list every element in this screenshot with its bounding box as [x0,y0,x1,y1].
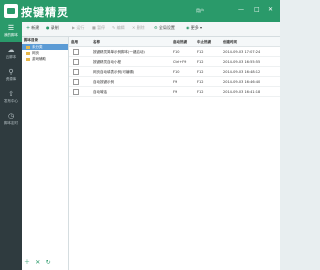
script-hotkey: F9 [173,89,178,94]
toolbar: ＋ 新建 ● 录制 ▶ 运行 ■ 暂停 ✎ 编辑 ✕ 删除 ⚙ 全局设置 ◉ 更… [22,22,280,37]
nav-cloud[interactable]: ☁ 云脚本 [0,44,22,64]
table-row[interactable]: 自动喊话 F9 F12 2014-09-03 16:41:18 [69,87,280,97]
more-button[interactable]: ◉ 更多 ▾ [186,25,202,31]
table-row[interactable]: 按键精灵简单示例脚本(一键启动) F10 F12 2014-09-03 17:0… [69,47,280,57]
script-hotkey: Ctrl+F9 [173,59,187,64]
list-header: 启用 名称 启动热键 中止热键 创建时间 [69,37,280,47]
enable-checkbox[interactable] [73,79,79,85]
enable-checkbox[interactable] [73,69,79,75]
script-created: 2014-09-03 16:41:18 [223,89,261,94]
plus-icon: ＋ [26,25,30,30]
close-icon[interactable]: ✕ [268,6,273,13]
clock-icon: ◷ [7,112,15,120]
tree-actions: ＋ ✕ ↻ [24,257,55,266]
app-title: 按键精灵 [21,6,69,19]
enable-checkbox[interactable] [73,59,79,65]
script-stop-hotkey: F12 [197,89,204,94]
nav-resources[interactable]: ⚲ 资源库 [0,66,22,86]
delete-button[interactable]: ✕ 删除 [132,25,145,31]
nav-my-scripts[interactable]: ☰ 我的脚本 [0,22,22,42]
header-name[interactable]: 名称 [93,40,100,45]
script-stop-hotkey: F12 [197,69,204,74]
left-nav: ☰ 我的脚本 ☁ 云脚本 ⚲ 资源库 ⇧ 发布中心 ◷ 脚本定时 [0,22,22,270]
global-settings-button[interactable]: ⚙ 全局设置 [154,25,175,31]
app-logo [4,4,18,18]
enable-checkbox[interactable] [73,49,79,55]
more-icon: ◉ [186,25,190,30]
header-created[interactable]: 创建时间 [223,40,237,45]
tree-item-game[interactable]: 游戏辅助 [22,56,68,62]
maximize-icon[interactable]: □ [254,6,260,13]
nav-publish[interactable]: ⇧ 发布中心 [0,88,22,108]
edit-button[interactable]: ✎ 编辑 [112,25,125,31]
run-button[interactable]: ▶ 运行 [72,25,84,31]
minimize-icon[interactable]: — [238,6,244,13]
script-created: 2014-09-03 16:55:55 [223,59,261,64]
script-hotkey: F10 [173,69,180,74]
tree-header: 脚本目录 [22,37,68,44]
delete-folder-icon[interactable]: ✕ [35,259,40,266]
enable-checkbox[interactable] [73,89,79,95]
nav-schedule[interactable]: ◷ 脚本定时 [0,110,22,130]
refresh-icon[interactable]: ↻ [46,259,51,266]
cloud-icon: ☁ [7,46,15,54]
record-icon: ● [46,25,50,30]
folder-icon [26,57,30,61]
script-hotkey: F10 [173,49,180,54]
script-stop-hotkey: F12 [197,79,204,84]
stop-button[interactable]: ■ 暂停 [92,25,105,31]
script-created: 2014-09-03 16:46:40 [223,79,261,84]
script-stop-hotkey: F12 [197,59,204,64]
header-enable[interactable]: 启用 [71,40,78,45]
script-name: 按键精灵自动小程 [93,59,121,64]
settings-icon: ⚙ [154,25,158,30]
script-stop-hotkey: F12 [197,49,204,54]
header-stop-hotkey[interactable]: 中止热键 [197,40,211,45]
user-menu[interactable]: 用户 [196,8,204,14]
upload-icon: ⇧ [8,90,14,98]
folder-icon [26,45,30,49]
folder-icon [26,51,30,55]
new-button[interactable]: ＋ 新建 [26,25,39,31]
table-row[interactable]: 自动按键示例 F9 F12 2014-09-03 16:46:40 [69,77,280,87]
script-list: 启用 名称 启动热键 中止热键 创建时间 按键精灵简单示例脚本(一键启动) F1… [69,37,280,270]
script-name: 按键精灵简单示例脚本(一键启动) [93,49,145,54]
script-name: 自动喊话 [93,89,107,94]
title-bar: 按键精灵 用户 — □ ✕ [0,0,280,22]
script-created: 2014-09-03 17:07:24 [223,49,261,54]
folder-tree: 脚本目录 未分类 网页 游戏辅助 ＋ ✕ ↻ [22,37,69,270]
header-hotkey[interactable]: 启动热键 [173,40,187,45]
script-hotkey: F9 [173,79,178,84]
record-button[interactable]: ● 录制 [46,25,59,31]
list-icon: ☰ [7,24,15,32]
add-folder-icon[interactable]: ＋ [24,257,30,266]
script-name: 网页自动填表示例(可编辑) [93,69,135,74]
table-row[interactable]: 网页自动填表示例(可编辑) F10 F12 2014-09-03 16:48:1… [69,67,280,77]
table-row[interactable]: 按键精灵自动小程 Ctrl+F9 F12 2014-09-03 16:55:55 [69,57,280,67]
script-name: 自动按键示例 [93,79,114,84]
script-created: 2014-09-03 16:48:12 [223,69,261,74]
search-icon: ⚲ [8,68,14,76]
